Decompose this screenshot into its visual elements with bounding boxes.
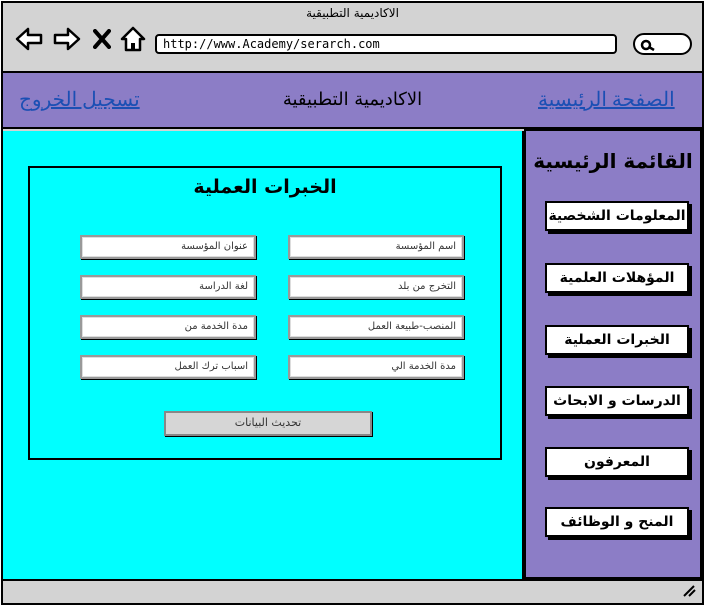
menu-personal-info[interactable]: المعلومات الشخصية <box>545 201 689 231</box>
home-link[interactable]: الصفحة الرئيسية <box>538 87 675 112</box>
menu-references[interactable]: المعرفون <box>545 447 689 477</box>
close-icon[interactable] <box>91 25 113 53</box>
home-icon[interactable] <box>119 25 147 53</box>
url-input[interactable]: http://www.Academy/serarch.com <box>155 34 617 54</box>
browser-window: الاكاديمية التطبيقية http://www.Academy/… <box>1 1 704 605</box>
sidebar-title: القائمة الرئيسية <box>533 149 693 173</box>
resize-grip-icon[interactable] <box>682 585 696 597</box>
form-title: الخبرات العملية <box>193 176 337 198</box>
menu-grants-jobs[interactable]: المنح و الوظائف <box>545 507 689 537</box>
institution-address-field[interactable]: عنوان المؤسسة <box>80 235 256 259</box>
service-from-field[interactable]: مدة الخدمة من <box>80 315 256 339</box>
back-arrow-icon[interactable] <box>15 25 43 53</box>
window-title: الاكاديمية التطبيقية <box>306 6 399 20</box>
graduation-country-field[interactable]: التخرج من بلد <box>288 275 464 299</box>
search-icon <box>640 39 655 51</box>
position-field[interactable]: المنصب-طبيعة العمل <box>288 315 464 339</box>
search-field[interactable] <box>633 33 692 55</box>
menu-qualifications[interactable]: المؤهلات العلمية <box>545 263 689 293</box>
update-data-button[interactable]: تحديث البيانات <box>164 411 372 436</box>
leaving-reasons-field[interactable]: اسباب ترك العمل <box>80 355 256 379</box>
main-menu-sidebar: القائمة الرئيسية المعلومات الشخصية المؤه… <box>524 129 702 579</box>
site-header: تسجيل الخروج الاكاديمية التطبيقية الصفحة… <box>3 73 702 129</box>
service-to-field[interactable]: مدة الخدمة الي <box>288 355 464 379</box>
study-language-field[interactable]: لغة الدراسة <box>80 275 256 299</box>
browser-chrome: الاكاديمية التطبيقية http://www.Academy/… <box>3 3 702 73</box>
work-experience-form: الخبرات العملية اسم المؤسسة عنوان المؤسس… <box>28 166 502 460</box>
menu-studies-research[interactable]: الدرسات و الابحاث <box>545 386 689 416</box>
forward-arrow-icon[interactable] <box>53 25 81 53</box>
institution-name-field[interactable]: اسم المؤسسة <box>288 235 464 259</box>
main-content: الخبرات العملية اسم المؤسسة عنوان المؤسس… <box>3 131 524 579</box>
menu-work-experience[interactable]: الخبرات العملية <box>545 325 689 355</box>
status-bar <box>3 579 702 603</box>
